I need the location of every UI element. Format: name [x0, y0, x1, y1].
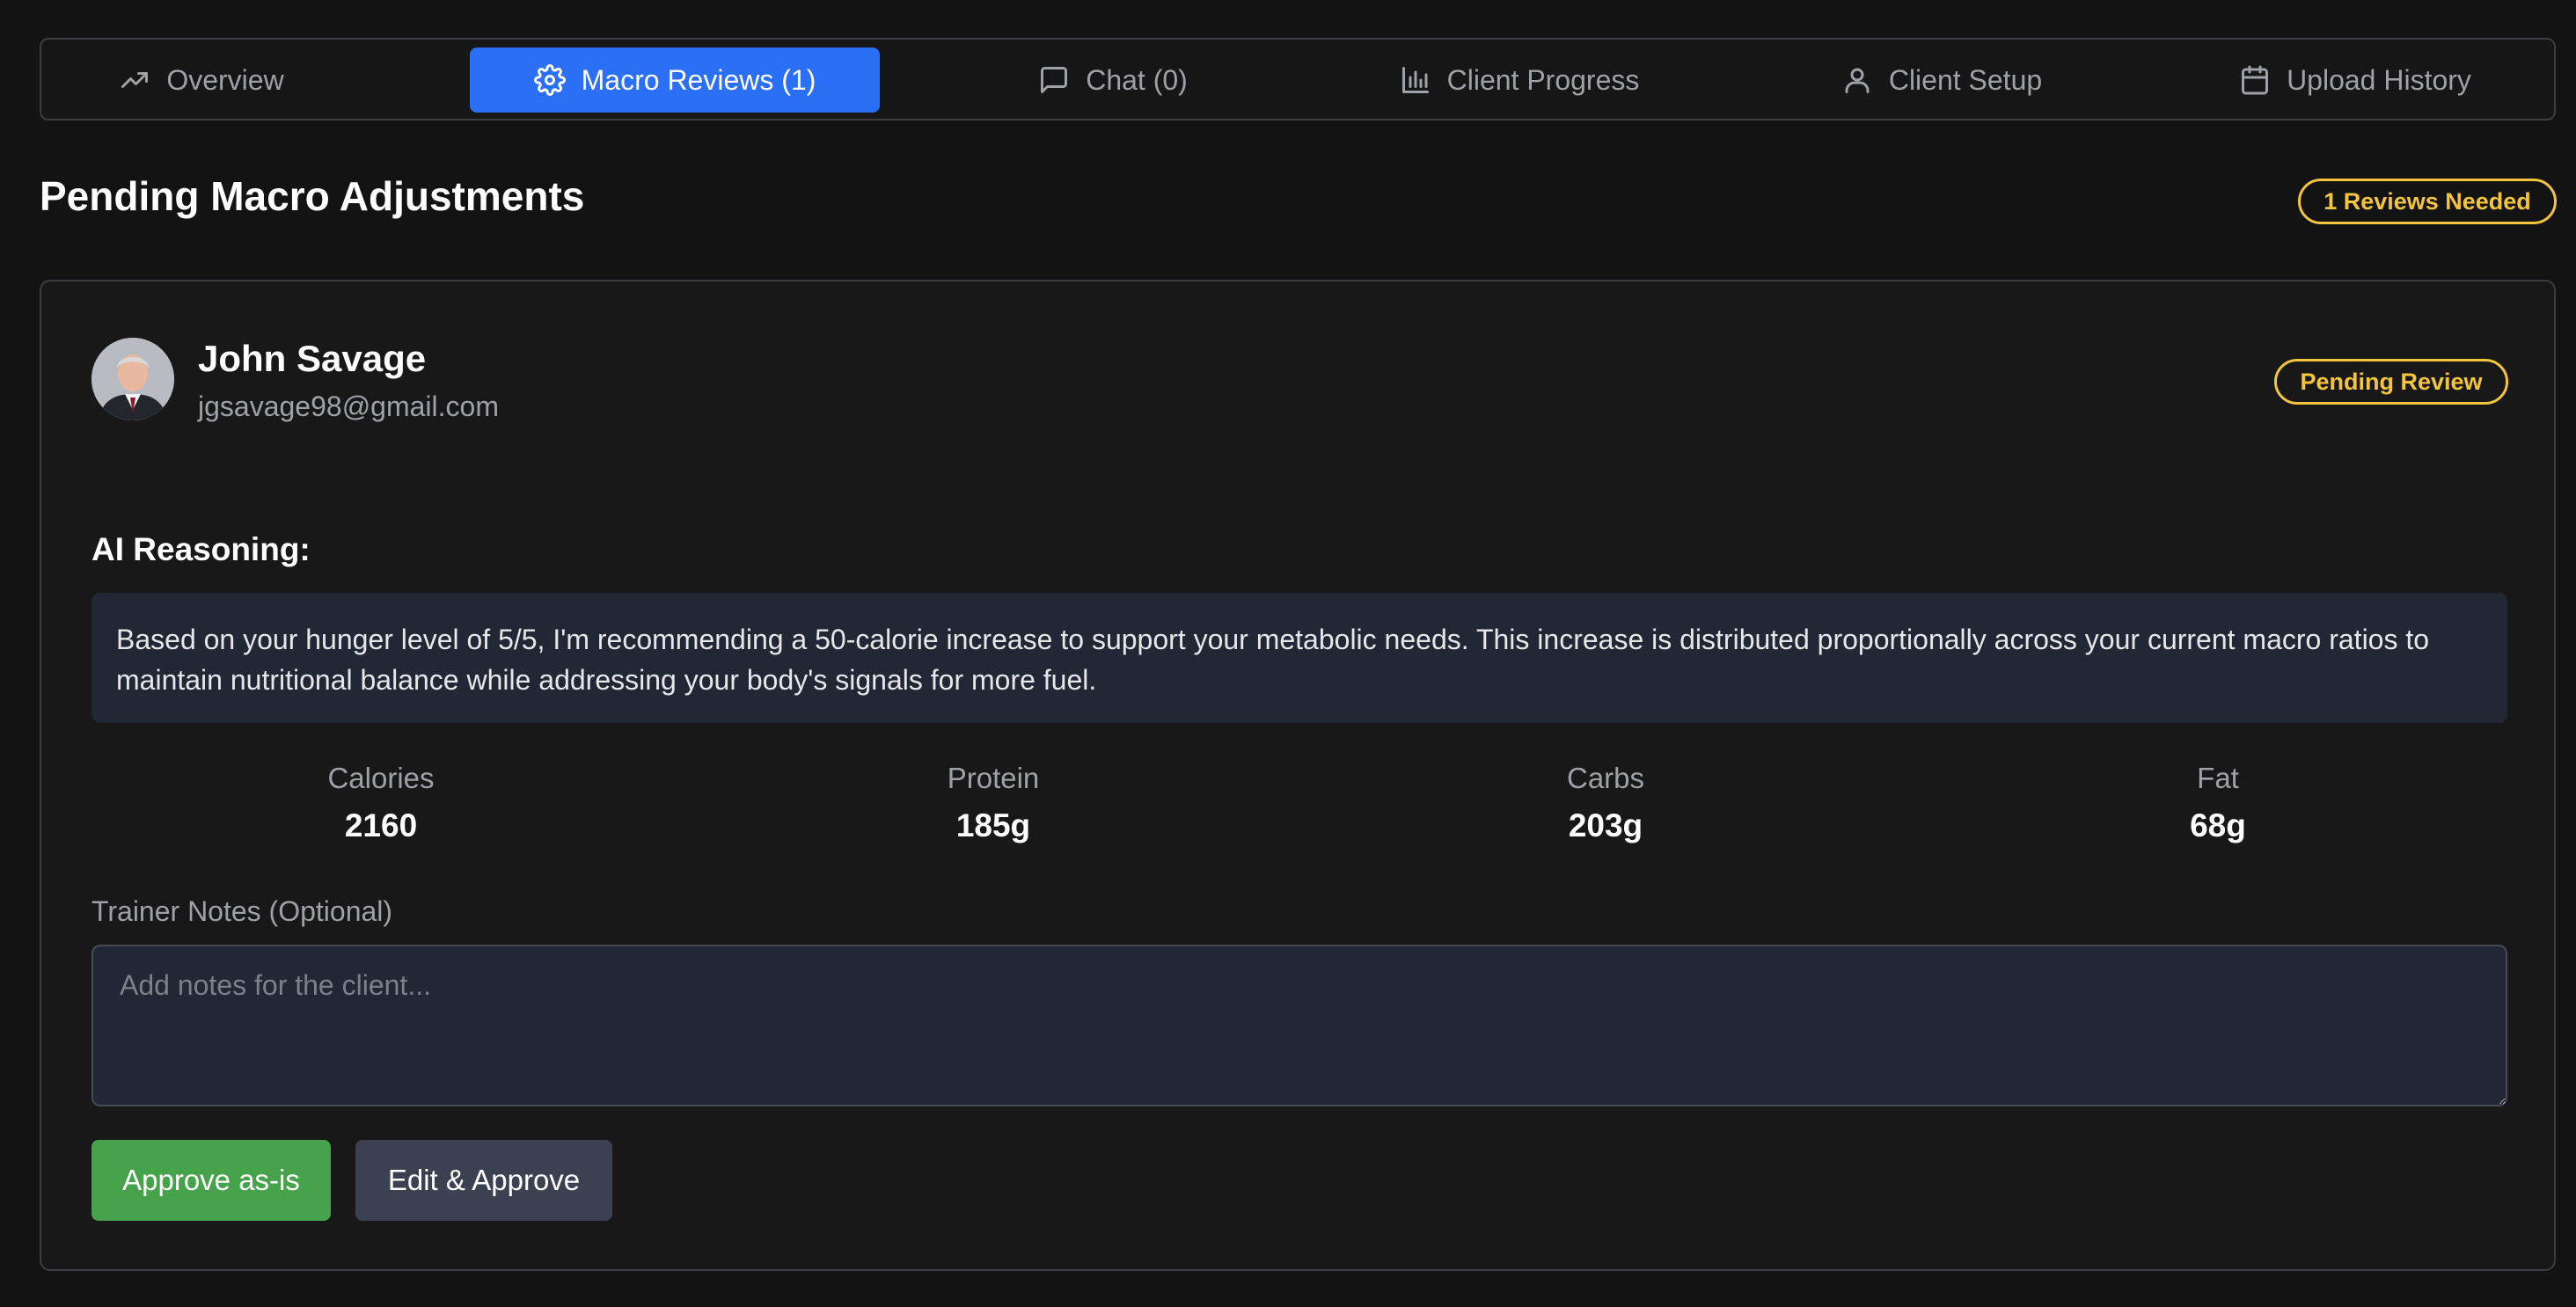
tab-label: Client Progress — [1446, 63, 1640, 96]
tab-client-setup[interactable]: Client Setup — [1823, 47, 2060, 113]
macro-value: 68g — [2190, 807, 2246, 843]
trainer-notes-label: Trainer Notes (Optional) — [91, 895, 393, 927]
chat-icon — [1041, 67, 1068, 93]
macro-fat: Fat 68g — [2042, 762, 2394, 844]
bar-chart-icon — [1401, 67, 1429, 93]
tab-chat[interactable]: Chat (0) — [1012, 47, 1214, 113]
status-badge: Pending Review — [2274, 359, 2508, 405]
tab-upload-history[interactable]: Upload History — [2223, 47, 2487, 113]
page-title: Pending Macro Adjustments — [40, 173, 585, 219]
macro-carbs: Carbs 203g — [1430, 762, 1782, 844]
macro-calories: Calories 2160 — [205, 762, 557, 844]
calendar-icon — [2242, 65, 2269, 95]
ai-reasoning-text: Based on your hunger level of 5/5, I'm r… — [91, 593, 2507, 723]
tab-label: Overview — [166, 63, 284, 96]
client-email: jgsavage98@gmail.com — [198, 391, 499, 422]
user-icon — [1845, 68, 1870, 93]
tab-label: Client Setup — [1888, 63, 2043, 96]
macro-value: 185g — [955, 807, 1031, 843]
macro-protein: Protein 185g — [817, 762, 1169, 844]
tab-label: Upload History — [2287, 63, 2471, 96]
tab-client-progress[interactable]: Client Progress — [1383, 47, 1656, 113]
macro-label: Fat — [2197, 762, 2239, 794]
edit-and-approve-button[interactable]: Edit & Approve — [355, 1140, 612, 1221]
gear-icon — [533, 64, 566, 96]
macro-value: 2160 — [344, 807, 418, 843]
trending-up-icon — [121, 72, 149, 88]
client-name: John Savage — [198, 338, 427, 379]
reviews-needed-badge: 1 Reviews Needed — [2298, 179, 2557, 224]
approve-as-is-button[interactable]: Approve as-is — [91, 1140, 331, 1221]
trainer-notes-field[interactable] — [91, 945, 2507, 1106]
tab-label: Macro Reviews (1) — [581, 63, 816, 96]
macro-label: Calories — [327, 762, 435, 794]
macro-label: Protein — [947, 762, 1040, 794]
macro-value: 203g — [1568, 807, 1643, 843]
tab-bar: Overview Macro Reviews (1) Chat (0) Clie… — [40, 38, 2556, 120]
tab-overview[interactable]: Overview — [113, 47, 289, 113]
avatar — [91, 338, 174, 420]
macro-label: Carbs — [1566, 762, 1645, 794]
ai-reasoning-label: AI Reasoning: — [91, 531, 311, 567]
tab-macro-reviews[interactable]: Macro Reviews (1) — [470, 47, 880, 113]
tab-label: Chat (0) — [1086, 63, 1188, 96]
review-card: John Savage jgsavage98@gmail.com Pending… — [40, 280, 2556, 1271]
